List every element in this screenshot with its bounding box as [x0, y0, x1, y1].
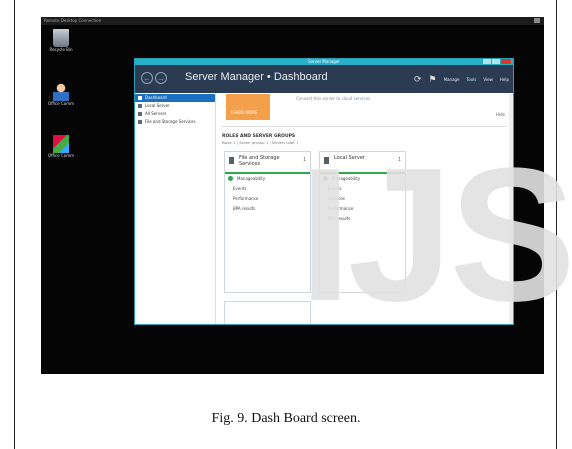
sidebar-item-file-storage[interactable]: File and Storage Services [135, 118, 215, 126]
menu-tools[interactable]: Tools [467, 77, 477, 82]
app-icon [53, 135, 69, 153]
sidebar-item-dashboard[interactable]: Dashboard [135, 94, 215, 102]
section-subtitle: Roles: 1 | Server groups: 1 | Servers to… [222, 141, 299, 145]
tile-row[interactable]: Manageability [320, 174, 405, 184]
forward-arrow-icon[interactable]: → [155, 72, 167, 84]
tile-row[interactable]: Performance [225, 194, 310, 204]
server-manager-window: Server Manager ← → Server Manager • Dash… [134, 58, 514, 325]
tile-row[interactable]: Events [320, 184, 405, 194]
storage-icon [138, 120, 142, 124]
server-icon [138, 104, 142, 108]
figure-frame-left [14, 0, 15, 449]
notifications-flag-icon[interactable]: ⚑ [429, 74, 437, 85]
tile-count: 1 [303, 157, 306, 163]
tile-row[interactable]: Performance [320, 204, 405, 214]
desktop-icon-recycle-bin[interactable]: Recycle Bin [43, 29, 79, 52]
rdp-title: Remote Desktop Connection [44, 18, 102, 23]
desktop-icon-office-comm[interactable]: Office Comm [43, 83, 79, 106]
storage-icon [229, 157, 234, 164]
servers-icon [138, 112, 142, 116]
figure-frame-right [556, 0, 557, 449]
tile-row[interactable]: BPA results [225, 204, 310, 214]
sidebar-item-local-server[interactable]: Local Server [135, 102, 215, 110]
user-icon [53, 83, 69, 101]
page-title: Server Manager • Dashboard [185, 71, 328, 83]
menu-manage[interactable]: Manage [444, 77, 460, 82]
sidebar-item-label: All Servers [145, 111, 167, 116]
dashboard-content: LEARN MORE Connect this server to cloud … [216, 94, 513, 324]
minimize-button[interactable] [483, 59, 491, 64]
remote-desktop-screen: Remote Desktop Connection Recycle Bin Of… [41, 17, 544, 374]
learn-more-tile[interactable]: LEARN MORE [226, 94, 270, 120]
menu-help[interactable]: Help [500, 77, 509, 82]
sidebar-item-label: Dashboard [145, 95, 167, 100]
sidebar-item-label: File and Storage Services [145, 119, 196, 124]
desktop-icon-label: Recycle Bin [49, 47, 73, 52]
navigation-bar: ← → Server Manager • Dashboard ⟳ ⚑ Manag… [135, 65, 513, 93]
sidebar-item-label: Local Server [145, 103, 170, 108]
scrollbar[interactable] [509, 94, 513, 324]
close-button[interactable] [501, 59, 511, 64]
section-title: ROLES AND SERVER GROUPS [222, 134, 296, 139]
role-tile-local-server[interactable]: Local Server 1 Manageability Events Serv… [319, 151, 406, 293]
refresh-icon[interactable]: ⟳ [414, 74, 422, 85]
maximize-button[interactable] [492, 59, 500, 64]
tile-count: 1 [398, 157, 401, 163]
menu-view[interactable]: View [483, 77, 493, 82]
server-icon [324, 157, 329, 164]
hide-link[interactable]: Hide [496, 112, 505, 117]
desktop-icon-label: Office Comm [48, 101, 74, 106]
desktop-icon-office-app[interactable]: Office Comm [43, 135, 79, 158]
connect-cloud-link[interactable]: Connect this server to cloud services [296, 96, 370, 101]
figure-caption: Fig. 9. Dash Board screen. [211, 411, 361, 426]
tile-row[interactable]: BPA results [320, 214, 405, 224]
tile-row[interactable]: Services [320, 194, 405, 204]
tile-title: File and Storage Services [239, 155, 280, 167]
sidebar: Dashboard Local Server All Servers File … [135, 94, 216, 324]
dashboard-icon [138, 96, 142, 100]
role-tile-partial[interactable] [224, 301, 311, 324]
status-ok-icon [228, 176, 233, 181]
tile-row-label: Manageability [332, 176, 361, 181]
divider [222, 126, 507, 127]
status-ok-icon [323, 176, 328, 181]
tile-row-label: Manageability [237, 176, 266, 181]
rdp-close-button[interactable] [534, 18, 540, 23]
tile-title: Local Server [334, 155, 365, 161]
tile-row[interactable]: Manageability [225, 174, 310, 184]
desktop-icon-label: Office Comm [48, 153, 74, 158]
tile-row[interactable]: Events [225, 184, 310, 194]
role-tile-file-storage[interactable]: File and Storage Services 1 Manageabilit… [224, 151, 311, 293]
sidebar-item-all-servers[interactable]: All Servers [135, 110, 215, 118]
learn-more-label: LEARN MORE [231, 110, 258, 115]
rdp-title-bar: Remote Desktop Connection [41, 17, 544, 25]
back-arrow-icon[interactable]: ← [141, 72, 153, 84]
recycle-bin-icon [53, 29, 69, 47]
